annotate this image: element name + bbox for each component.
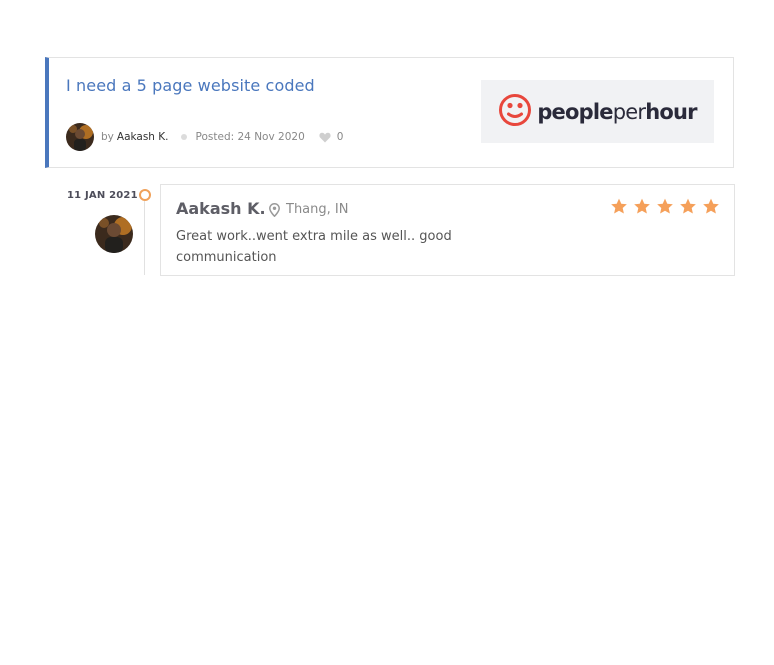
- review-card: Aakash K. Thang, IN Great work..went ext…: [160, 184, 735, 276]
- avatar[interactable]: [66, 123, 94, 151]
- by-label: by: [101, 131, 114, 143]
- review-text: Great work..went extra mile as well.. go…: [176, 229, 452, 265]
- heart-icon[interactable]: [319, 132, 331, 143]
- job-title[interactable]: I need a 5 page website coded: [66, 76, 315, 95]
- posted-date: Posted: 24 Nov 2020: [195, 131, 305, 143]
- timeline-marker: [139, 189, 151, 201]
- star-icon: [657, 198, 673, 214]
- star-icon: [703, 198, 719, 214]
- like-count: 0: [336, 131, 344, 143]
- review-date: 11 JAN 2021: [67, 190, 138, 201]
- separator-dot: [180, 134, 187, 140]
- reviewer-name[interactable]: Aakash K.: [176, 199, 266, 218]
- peopleperhour-logo[interactable]: peopleperhour: [481, 80, 714, 143]
- reviewer-location: Thang, IN: [269, 202, 348, 217]
- location-text: Thang, IN: [286, 202, 349, 217]
- author-link[interactable]: Aakash K.: [117, 131, 169, 143]
- reviewer-avatar[interactable]: [95, 215, 133, 253]
- star-icon: [611, 198, 627, 214]
- logo-wordmark: peopleperhour: [537, 99, 697, 124]
- job-card: I need a 5 page website coded by Aakash …: [45, 57, 734, 168]
- star-icon: [634, 198, 650, 214]
- star-icon: [680, 198, 696, 214]
- timeline-line: [144, 201, 145, 275]
- peopleperhour-logo-icon: [498, 93, 532, 131]
- map-pin-icon: [269, 202, 280, 217]
- rating-stars: [610, 198, 725, 215]
- job-meta: by Aakash K. Posted: 24 Nov 2020 0: [66, 123, 343, 151]
